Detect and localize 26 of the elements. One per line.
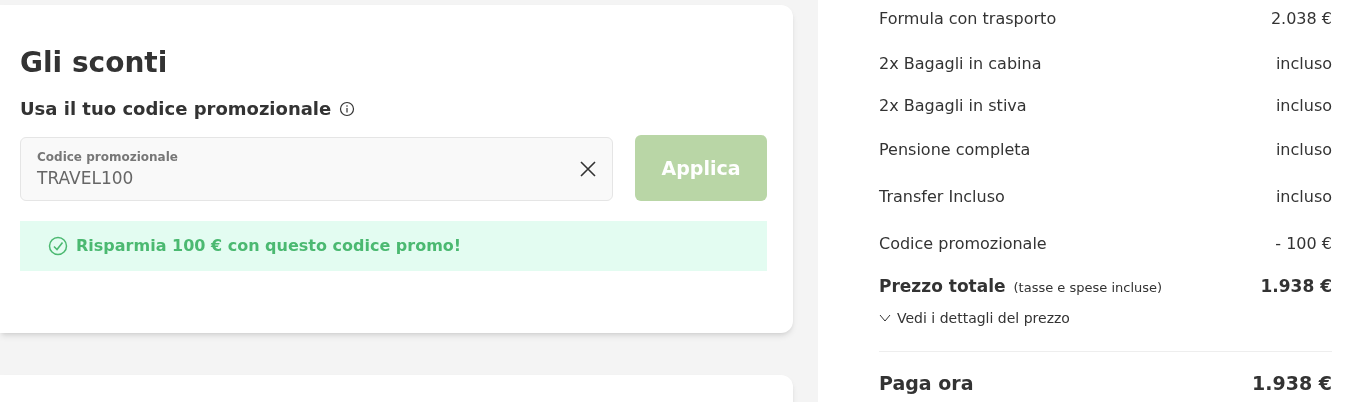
price-row-label: Formula con trasporto [879, 8, 1057, 30]
promo-code-field[interactable]: Codice promozionale TRAVEL100 [20, 137, 613, 201]
price-details-link[interactable]: Vedi i dettagli del prezzo [879, 307, 1070, 329]
clear-icon[interactable] [580, 161, 596, 177]
success-message: Risparmia 100 € con questo codice promo! [76, 235, 462, 257]
info-icon[interactable] [339, 100, 356, 117]
total-label: Prezzo totale [879, 275, 1006, 298]
price-row-value: incluso [1275, 139, 1332, 161]
check-circle-icon [48, 236, 68, 256]
price-row-label: Codice promozionale [879, 233, 1047, 255]
price-row-value: 2.038 € [1270, 8, 1332, 30]
price-row-value: incluso [1275, 95, 1332, 117]
price-row-label: 2x Bagagli in cabina [879, 53, 1042, 75]
price-row-value: incluso [1275, 53, 1332, 75]
price-row-label: Pensione completa [879, 139, 1031, 161]
total-note: (tasse e spese incluse) [1013, 279, 1163, 297]
pay-now-price: 1.938 € [1252, 370, 1332, 396]
section-subtitle: Usa il tuo codice promozionale [20, 97, 332, 121]
chevron-icon [879, 314, 891, 322]
section-title: Gli sconti [20, 45, 168, 81]
price-row-value: - 100 € [1275, 233, 1332, 255]
price-row-value: incluso [1275, 186, 1332, 208]
total-price: 1.938 € [1260, 275, 1332, 298]
price-row-label: 2x Bagagli in stiva [879, 95, 1027, 117]
pay-now-label: Paga ora [879, 370, 974, 396]
price-row-label: Transfer Incluso [879, 186, 1005, 208]
